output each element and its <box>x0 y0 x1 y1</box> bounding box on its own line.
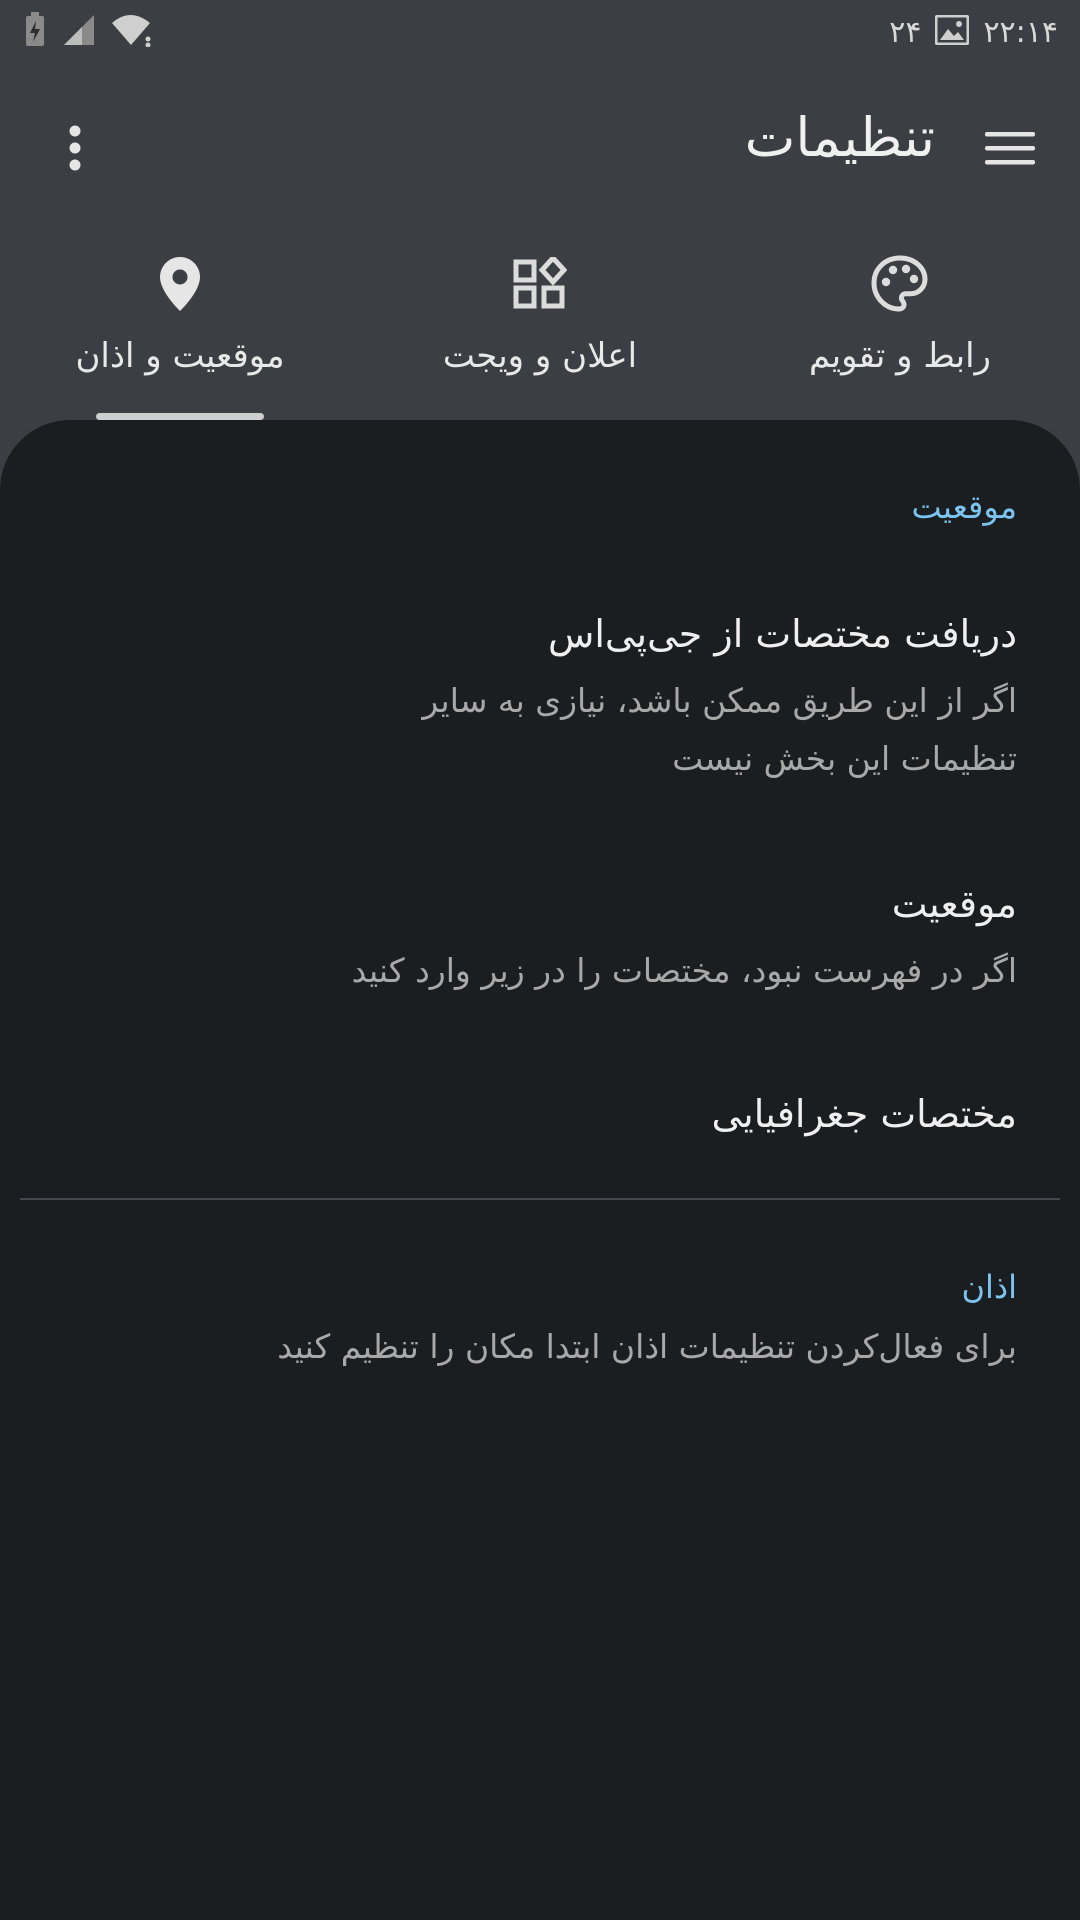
page-title: تنظیمات <box>744 106 935 169</box>
city-preference-title: موقعیت <box>891 882 1017 926</box>
tab-label: رابط و تقویم <box>809 336 991 376</box>
tab-notification-widget[interactable]: اعلان و ویجت <box>360 240 720 420</box>
more-vert-icon <box>67 123 83 177</box>
section-divider <box>20 1198 1060 1200</box>
city-preference-summary: اگر در فهرست نبود، مختصات را در زیر وارد… <box>351 951 1017 990</box>
selected-tab-indicator <box>96 413 264 420</box>
toolbar: تنظیمات <box>0 90 1080 205</box>
location-section-header: موقعیت <box>911 488 1017 526</box>
palette-icon <box>868 252 932 316</box>
coordinates-preference-title: مختصات جغرافیایی <box>711 1092 1017 1136</box>
tab-location-athan[interactable]: موقعیت و اذان <box>0 240 360 420</box>
navigation-menu-button[interactable] <box>980 120 1040 180</box>
athan-section-summary: برای فعال‌کردن تنظیمات اذان ابتدا مکان ر… <box>277 1327 1017 1366</box>
widgets-icon <box>508 252 572 316</box>
gps-preference-summary: اگر از این طریق ممکن باشد، نیازی به سایر… <box>422 681 1017 778</box>
wifi-icon <box>110 13 154 51</box>
overflow-menu-button[interactable] <box>50 115 100 185</box>
status-icons-left <box>22 12 154 52</box>
notification-count: ۲۴ <box>889 14 922 50</box>
status-time: ۲۲:۱۴ <box>983 14 1058 50</box>
status-bar: ۲۴ ۲۲:۱۴ <box>0 0 1080 64</box>
tab-label: موقعیت و اذان <box>75 336 285 376</box>
battery-charging-icon <box>22 12 48 52</box>
status-icons-right: ۲۴ ۲۲:۱۴ <box>889 14 1058 50</box>
tab-interface-calendar[interactable]: رابط و تقویم <box>720 240 1080 420</box>
gps-preference-title: دریافت مختصات از جی‌پی‌اس <box>547 612 1017 656</box>
athan-section-header: اذان <box>961 1268 1017 1306</box>
hamburger-menu-icon <box>985 130 1035 170</box>
image-notification-icon <box>934 14 970 49</box>
settings-content: موقعیت دریافت مختصات از جی‌پی‌اس اگر از … <box>0 420 1080 1920</box>
cellular-signal-icon <box>62 13 96 51</box>
tab-label: اعلان و ویجت <box>442 336 638 376</box>
location-pin-icon <box>148 252 212 316</box>
settings-tabs: رابط و تقویم اعلان و ویجت موقعیت و اذان <box>0 240 1080 420</box>
